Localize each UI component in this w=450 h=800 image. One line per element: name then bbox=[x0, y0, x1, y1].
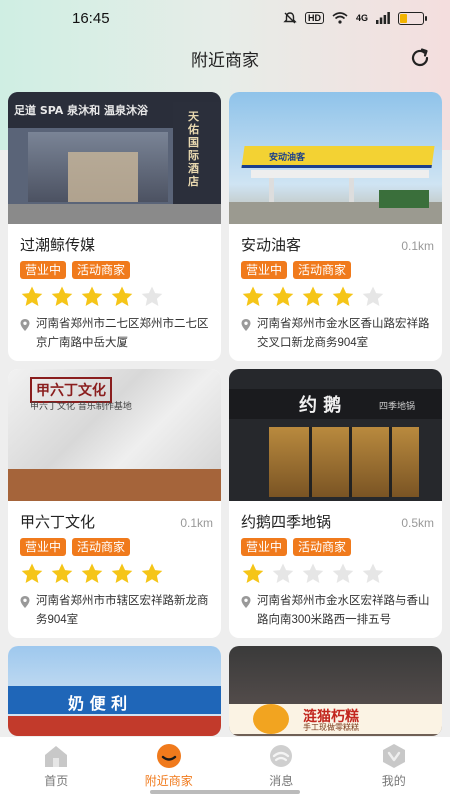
merchant-address: 河南省郑州市金水区香山路宏祥路交叉口新龙商务904室 bbox=[257, 318, 430, 349]
hd-badge: HD bbox=[304, 12, 324, 24]
star-icon bbox=[111, 286, 133, 306]
location-pin-icon bbox=[241, 596, 251, 608]
star-icon bbox=[332, 286, 354, 306]
star-icon bbox=[21, 563, 43, 583]
status-bar: 16:45 HD 4G bbox=[0, 0, 450, 36]
storefront-subsign: 手工现做零糕糕 bbox=[303, 723, 359, 732]
network-label: 4G bbox=[355, 13, 368, 23]
nav-bar: 附近商家 bbox=[0, 36, 450, 80]
promo-badge: 活动商家 bbox=[72, 538, 131, 556]
merchant-name: 安动油客 bbox=[241, 237, 302, 254]
location-pin-icon bbox=[241, 319, 251, 331]
merchant-name: 甲六丁文化 bbox=[20, 514, 96, 531]
open-badge: 营业中 bbox=[241, 261, 288, 279]
merchant-name: 过潮鲸传媒 bbox=[20, 237, 96, 254]
star-icon bbox=[51, 563, 73, 583]
hotel-sign: 天佑国际酒店 bbox=[188, 110, 199, 188]
merchant-distance: 0.5km bbox=[401, 516, 434, 530]
merchant-distance: 0.1km bbox=[401, 239, 434, 253]
merchant-address: 河南省郑州市金水区宏祥路与香山路向南300米路西一排五号 bbox=[257, 595, 430, 626]
merchant-photo: 约 鹅 四季地锅 bbox=[229, 369, 442, 501]
merchant-card[interactable]: 足道 SPA 泉沐和 温泉沐浴 天佑国际酒店 过潮鲸传媒 营业中 活动商家 河南… bbox=[8, 92, 221, 361]
tab-label: 首页 bbox=[44, 774, 69, 788]
home-indicator bbox=[150, 790, 300, 794]
storefront-sign: 奶 便 利 bbox=[68, 694, 128, 713]
rating-stars bbox=[20, 562, 213, 586]
storefront-subsign: 四季地锅 bbox=[379, 402, 416, 412]
merchant-address: 河南省郑州市市辖区宏祥路新龙商务904室 bbox=[36, 595, 209, 626]
merchant-photo: 奶 便 利 bbox=[8, 646, 221, 736]
promo-badge: 活动商家 bbox=[293, 538, 352, 556]
page-title: 附近商家 bbox=[191, 50, 259, 70]
tab-label: 消息 bbox=[269, 774, 294, 788]
nearby-icon bbox=[156, 744, 181, 768]
rating-stars bbox=[241, 562, 434, 586]
merchant-grid: 足道 SPA 泉沐和 温泉沐浴 天佑国际酒店 过潮鲸传媒 营业中 活动商家 河南… bbox=[8, 92, 442, 736]
star-icon bbox=[21, 286, 43, 306]
merchant-photo: 涟猫朽糕 手工现做零糕糕 bbox=[229, 646, 442, 736]
merchant-card[interactable]: 甲六丁文化 甲六丁文化 音乐制作基地 甲六丁文化 0.1km 营业中 活动商家 … bbox=[8, 369, 221, 638]
open-badge: 营业中 bbox=[20, 538, 67, 556]
merchant-photo: 甲六丁文化 甲六丁文化 音乐制作基地 bbox=[8, 369, 221, 501]
star-icon bbox=[302, 563, 324, 583]
merchant-distance: 0.1km bbox=[180, 516, 213, 530]
tab-profile[interactable]: 我的 bbox=[338, 737, 450, 800]
mute-icon bbox=[283, 12, 297, 24]
refresh-icon[interactable] bbox=[408, 46, 432, 70]
star-icon bbox=[362, 563, 384, 583]
location-pin-icon bbox=[20, 319, 30, 331]
star-icon bbox=[141, 563, 163, 583]
rating-stars bbox=[241, 285, 434, 309]
star-icon bbox=[272, 286, 294, 306]
star-icon bbox=[111, 563, 133, 583]
open-badge: 营业中 bbox=[20, 261, 67, 279]
message-icon bbox=[270, 745, 293, 767]
star-icon bbox=[362, 286, 384, 306]
merchant-card[interactable]: 安动油客 安动油客 0.1km 营业中 活动商家 河南省郑州市金水区香山路宏祥路… bbox=[229, 92, 442, 361]
canopy-sign: 安动油客 bbox=[269, 153, 306, 163]
star-icon bbox=[51, 286, 73, 306]
signal-icon bbox=[376, 12, 390, 24]
star-icon bbox=[242, 286, 264, 306]
status-time: 16:45 bbox=[72, 9, 110, 27]
wifi-icon bbox=[332, 12, 348, 24]
profile-icon bbox=[382, 744, 405, 768]
star-icon bbox=[332, 563, 354, 583]
merchant-card[interactable]: 奶 便 利 bbox=[8, 646, 221, 736]
promo-badge: 活动商家 bbox=[72, 261, 131, 279]
open-badge: 营业中 bbox=[241, 538, 288, 556]
storefront-sign: 甲六丁文化 音乐制作基地 bbox=[30, 402, 132, 412]
tab-label: 附近商家 bbox=[144, 774, 193, 788]
status-icons: HD 4G bbox=[283, 11, 427, 25]
tab-home[interactable]: 首页 bbox=[0, 737, 113, 800]
star-icon bbox=[81, 563, 103, 583]
merchant-photo: 足道 SPA 泉沐和 温泉沐浴 天佑国际酒店 bbox=[8, 92, 221, 224]
location-pin-icon bbox=[20, 596, 30, 608]
star-icon bbox=[302, 286, 324, 306]
home-icon bbox=[45, 746, 68, 767]
promo-badge: 活动商家 bbox=[293, 261, 352, 279]
merchant-name: 约鹅四季地锅 bbox=[241, 514, 332, 531]
tab-label: 我的 bbox=[381, 774, 406, 788]
merchant-card[interactable]: 涟猫朽糕 手工现做零糕糕 bbox=[229, 646, 442, 736]
battery-icon bbox=[398, 11, 427, 25]
storefront-sign: 足道 SPA 泉沐和 温泉沐浴 bbox=[14, 104, 148, 117]
merchant-address: 河南省郑州市二七区郑州市二七区京广南路中岳大厦 bbox=[36, 318, 209, 349]
star-icon bbox=[272, 563, 294, 583]
storefront-sign: 约 鹅 bbox=[299, 395, 342, 416]
merchant-card[interactable]: 约 鹅 四季地锅 约鹅四季地锅 0.5km 营业中 活动商家 河南省郑州市金水区… bbox=[229, 369, 442, 638]
star-icon bbox=[81, 286, 103, 306]
star-icon bbox=[141, 286, 163, 306]
star-icon bbox=[242, 563, 264, 583]
rating-stars bbox=[20, 285, 213, 309]
merchant-photo: 安动油客 bbox=[229, 92, 442, 224]
